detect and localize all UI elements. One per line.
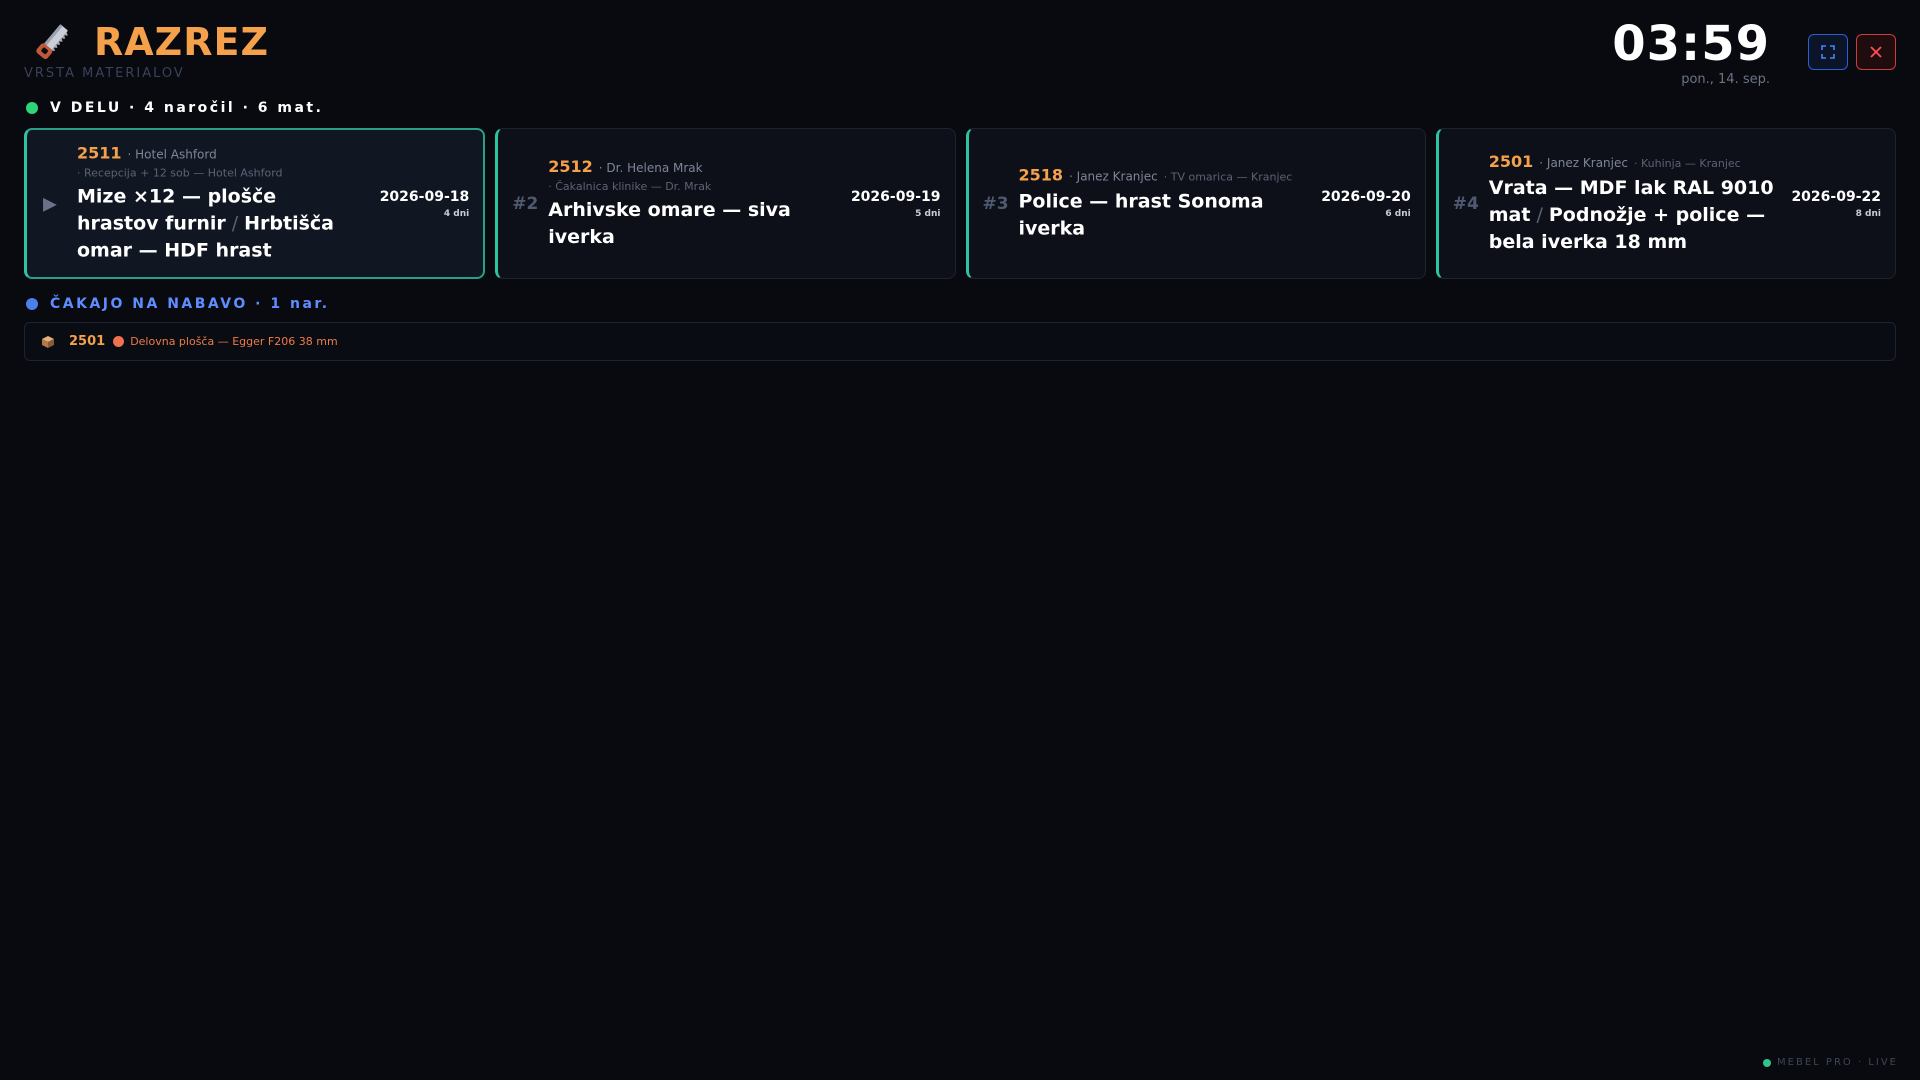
waiting-item[interactable]: 2501 Delovna plošča — Egger F206 38 mm [24, 322, 1896, 361]
order-card-body: 2511 · Hotel Ashford · Recepcija + 12 so… [77, 143, 363, 264]
queue-position: #4 [1452, 193, 1479, 214]
fullscreen-icon [1821, 45, 1835, 59]
section-active-label: V DELU · 4 naročil · 6 mat. [26, 100, 323, 116]
queue-position: #2 [512, 193, 539, 214]
order-client: · Janez Kranjec [1539, 155, 1628, 170]
brand: RAZREZ VRSTA MATERIALOV [24, 18, 269, 81]
status-dot-green [26, 102, 38, 114]
order-date: 2026-09-18 [379, 188, 470, 205]
order-card-body: 2501 · Janez Kranjec · Kuhinja — Kranjec… [1489, 152, 1775, 256]
order-date: 2026-09-19 [850, 188, 941, 205]
title-separator: / [1536, 203, 1543, 226]
order-project: · Recepcija + 12 sob — Hotel Ashford [77, 166, 283, 179]
live-indicator [1763, 1058, 1772, 1067]
order-card-body: 2512 · Dr. Helena Mrak · Čakalnica klini… [548, 157, 834, 251]
order-number: 2501 [1488, 151, 1534, 171]
order-due: 2026-09-20 6 dni [1321, 189, 1411, 219]
order-client: · Dr. Helena Mrak [598, 160, 703, 175]
order-number: 2512 [548, 156, 593, 176]
play-icon[interactable]: ▶ [43, 193, 57, 214]
section-waiting-text: ČAKAJO NA NABAVO · 1 nar. [50, 296, 330, 312]
clock-time: 03:59 [1612, 16, 1770, 72]
order-due: 2026-09-19 5 dni [851, 189, 941, 219]
order-project: · Kuhinja — Kranjec [1633, 156, 1741, 170]
order-days-left: 5 dni [915, 208, 941, 219]
footer-status: MEBEL PRO · LIVE [1763, 1057, 1898, 1068]
order-days-left: 6 dni [1385, 208, 1411, 219]
order-card[interactable]: #3 2518 · Janez Kranjec · TV omarica — K… [965, 128, 1426, 279]
order-title-part: Arhivske omare — siva iverka [548, 198, 791, 248]
order-date: 2026-09-22 [1791, 188, 1881, 205]
order-date: 2026-09-20 [1321, 188, 1411, 205]
order-days-left: 8 dni [1855, 208, 1881, 219]
package-icon [42, 335, 54, 348]
clock-date: pon., 14. sep. [1681, 72, 1770, 87]
order-project: · TV omarica — Kranjec [1163, 170, 1293, 183]
order-days-left: 4 dni [443, 208, 470, 219]
queue-position: #3 [982, 193, 1009, 214]
order-title: Vrata — MDF lak RAL 9010 mat / Podnožje + … [1489, 175, 1775, 256]
section-waiting-label: ČAKAJO NA NABAVO · 1 nar. [26, 296, 330, 312]
order-cards: ▶ 2511 · Hotel Ashford · Recepcija + 12 … [24, 128, 1896, 279]
material-status-dot [113, 336, 125, 347]
close-icon [1870, 46, 1882, 58]
footer-text: MEBEL PRO · LIVE [1777, 1057, 1898, 1068]
order-due: 2026-09-22 8 dni [1791, 189, 1881, 219]
app-subtitle: VRSTA MATERIALOV [24, 66, 185, 81]
order-card-body: 2518 · Janez Kranjec · TV omarica — Kran… [1019, 165, 1305, 242]
order-title: Mize ×12 — plošče hrastov furnir / Hrbtišč… [77, 183, 363, 264]
fullscreen-button[interactable] [1808, 34, 1848, 70]
waiting-order-number: 2501 [69, 334, 106, 349]
section-active-text: V DELU · 4 naročil · 6 mat. [50, 100, 324, 116]
clock: 03:59 pon., 14. sep. [1612, 18, 1770, 87]
order-client: · Hotel Ashford [127, 147, 217, 161]
order-card[interactable]: #2 2512 · Dr. Helena Mrak · Čakalnica kl… [495, 128, 956, 279]
order-title-part: Police — hrast Sonoma iverka [1018, 190, 1264, 239]
order-due: 2026-09-18 4 dni [380, 189, 470, 219]
status-dot-blue [26, 298, 38, 310]
order-card[interactable]: ▶ 2511 · Hotel Ashford · Recepcija + 12 … [24, 128, 486, 279]
waiting-material: Delovna plošča — Egger F206 38 mm [130, 335, 338, 348]
header: RAZREZ VRSTA MATERIALOV 03:59 pon., 14. … [24, 18, 1896, 87]
order-client: · Janez Kranjec [1069, 169, 1158, 183]
app-title: RAZREZ [94, 20, 269, 64]
order-title: Police — hrast Sonoma iverka [1019, 188, 1305, 242]
title-separator: / [231, 212, 239, 234]
order-number: 2518 [1018, 165, 1064, 184]
order-card[interactable]: #4 2501 · Janez Kranjec · Kuhinja — Kran… [1435, 128, 1896, 279]
order-number: 2511 [77, 143, 122, 162]
order-title: Arhivske omare — siva iverka [548, 197, 834, 251]
order-project: · Čakalnica klinike — Dr. Mrak [548, 179, 712, 193]
saw-icon [36, 24, 68, 60]
close-button[interactable] [1856, 34, 1896, 70]
